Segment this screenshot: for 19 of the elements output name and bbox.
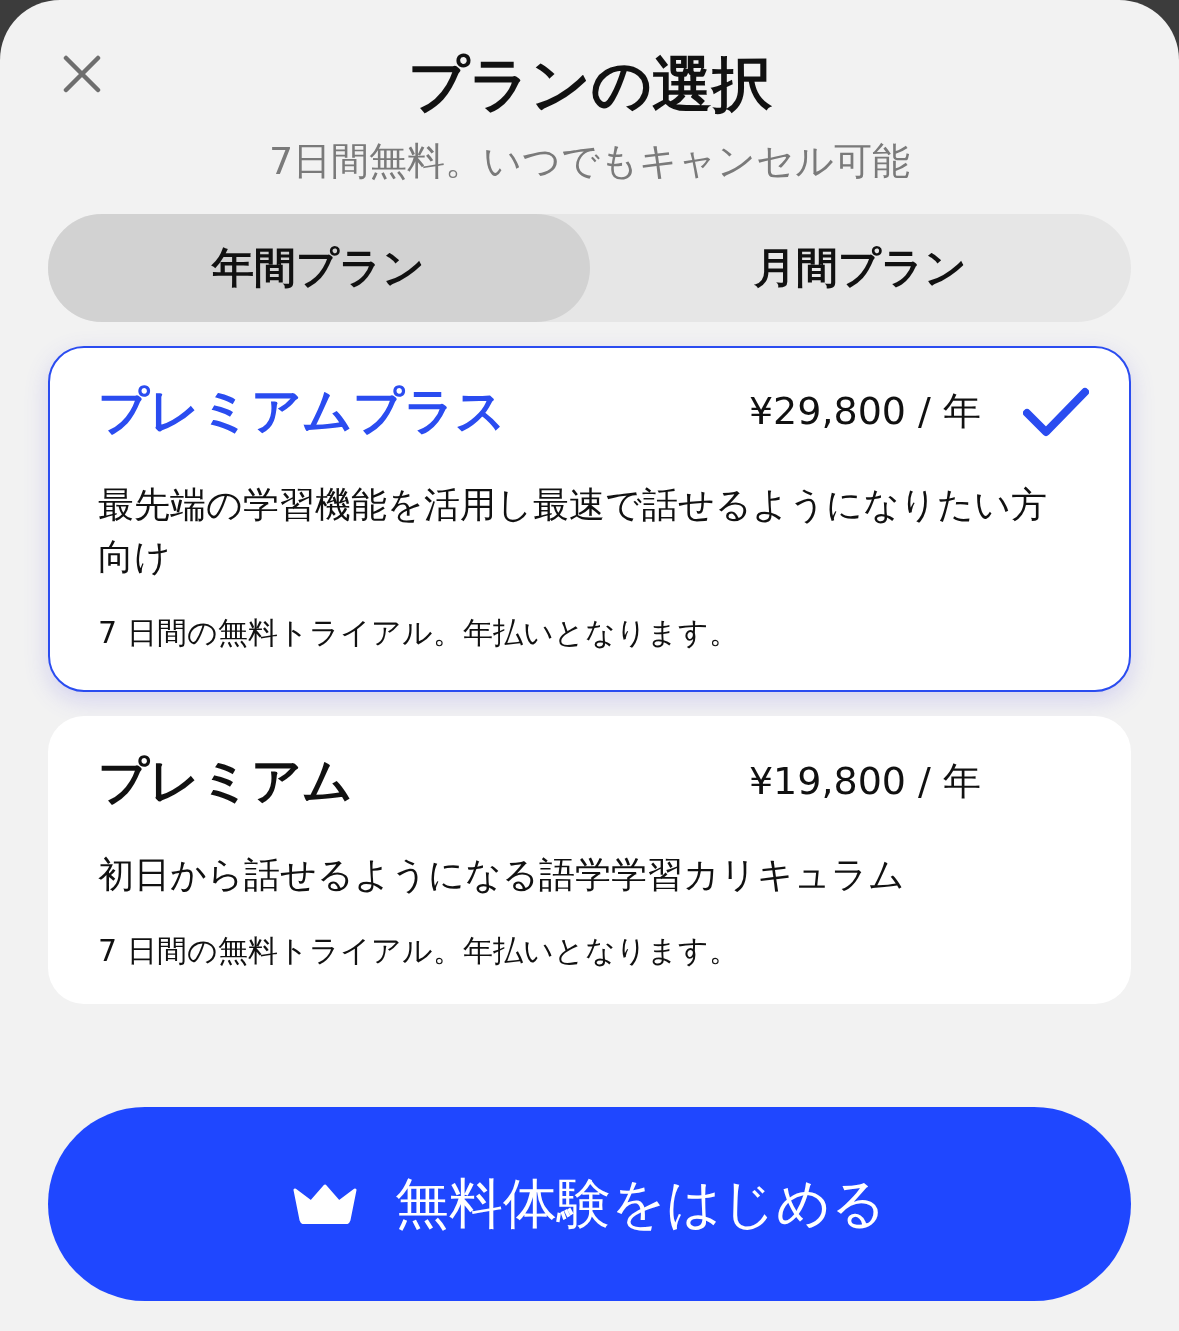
check-icon [1023,386,1089,437]
plan-description: 初日から話せるようになる語学学習カリキュラム [98,853,906,897]
plan-price: ¥29,800 / 年 [748,388,981,435]
plan-price: ¥19,800 / 年 [748,758,981,805]
close-button[interactable] [62,54,102,94]
plan-note: 7 日間の無料トライアル。年払いとなります。 [98,614,740,652]
plan-name: プレミアム [98,751,354,812]
sheet-title: プランの選択 [407,48,772,121]
crown-icon [293,1184,357,1224]
period-tab[interactable]: 年間プラン [48,214,590,322]
period-tab[interactable]: 月間プラン [589,214,1131,322]
plan-card[interactable]: プレミアム ¥19,800 / 年 初日から話せるようになる語学学習カリキュラム 7 日間の無料トライアル。年払いとなります。 [48,716,1131,1004]
plan-description: 最先端の学習機能を活用し最速で話せるようになりたい方向け [98,483,1048,579]
plan-name: プレミアムプラス [98,381,507,442]
start-trial-button[interactable]: 無料体験をはじめる [48,1107,1131,1301]
plan-note: 7 日間の無料トライアル。年払いとなります。 [98,932,740,970]
sheet-subtitle: 7日間無料。いつでもキャンセル可能 [268,138,911,185]
plan-card[interactable]: プレミアムプラス ¥29,800 / 年 最先端の学習機能を活用し最速で話せるようになりたい方向け 7 日間の無料トライアル。年払いとなります。 [48,346,1131,692]
close-icon [63,55,101,93]
